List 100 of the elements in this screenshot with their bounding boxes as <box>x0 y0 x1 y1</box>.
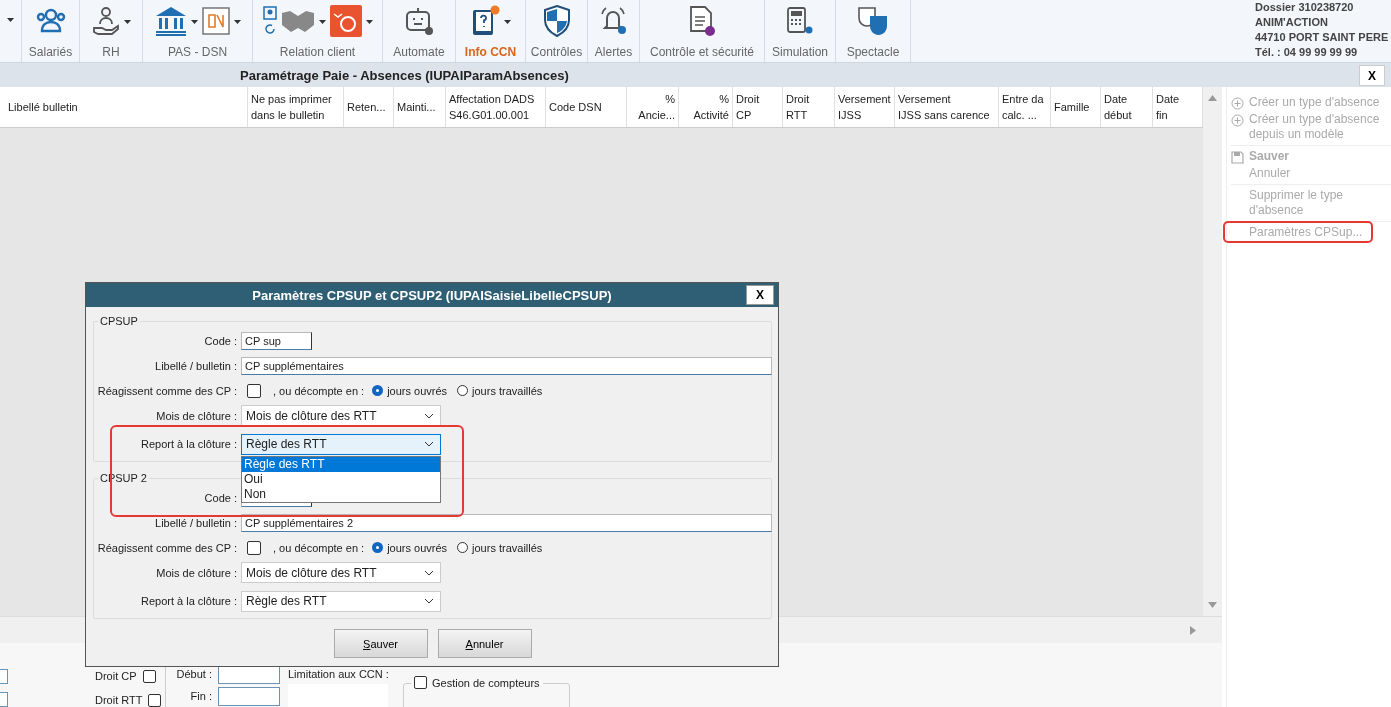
field-label: Droit RTT <box>95 694 143 706</box>
toolbar-label[interactable]: Salariés <box>28 45 73 59</box>
plus-circle-icon <box>1231 114 1244 127</box>
checkbox[interactable] <box>247 540 261 555</box>
toolbar-label[interactable]: Automate <box>393 45 445 59</box>
toolbar-label[interactable]: RH <box>102 45 120 59</box>
column-header[interactable]: Droit RTT <box>783 87 835 127</box>
label-field[interactable]: CP supplémentaires 2 <box>241 513 772 532</box>
people-icon[interactable] <box>35 7 66 35</box>
dossier-info: 44710 PORT SAINT PERE <box>1255 30 1387 45</box>
document-list-icon[interactable] <box>688 5 716 37</box>
plus-circle-icon <box>1231 97 1244 110</box>
input-field[interactable] <box>218 686 280 706</box>
code-field[interactable]: CP sup <box>241 331 312 350</box>
calculator-icon[interactable] <box>785 6 815 36</box>
chevron-icon <box>424 412 434 419</box>
field-label: Report à la clôture : <box>140 438 238 450</box>
radio-button[interactable] <box>457 542 469 553</box>
checkbox[interactable] <box>414 676 427 689</box>
radio-label[interactable]: jours travaillés <box>472 384 543 397</box>
toolbar-label[interactable]: Relation client <box>279 45 356 59</box>
column-header[interactable]: Affectation DADS S46.G01.00.001 <box>446 87 546 127</box>
field-label: Fin : <box>189 690 212 702</box>
checkbox[interactable] <box>247 383 261 398</box>
checkbox[interactable] <box>142 669 156 683</box>
checkbox[interactable] <box>148 693 162 707</box>
dialog-title: Paramètres CPSUP et CPSUP2 (IUPAISaisieLibelleCPSUP) <box>252 287 612 303</box>
dropdown-option[interactable]: Règle des RTT <box>242 456 440 472</box>
caret-icon[interactable] <box>318 20 326 24</box>
field-label: Droit CP <box>95 670 137 682</box>
robot-icon[interactable] <box>404 6 434 36</box>
bell-icon[interactable] <box>598 6 629 36</box>
column-header[interactable]: % Ancie... <box>627 87 679 127</box>
column-header[interactable]: Reten... <box>344 87 394 127</box>
bank-icon[interactable] <box>154 6 187 36</box>
column-header[interactable]: % Activité <box>679 87 733 127</box>
radio-label[interactable]: jours travaillés <box>472 541 543 554</box>
field-label: Mois de clôture : <box>155 409 238 422</box>
toolbar-label[interactable]: Spectacle <box>846 45 900 59</box>
input-field[interactable] <box>0 692 8 707</box>
column-header[interactable]: Code DSN <box>546 87 627 127</box>
radio-label[interactable]: jours ouvrés <box>387 541 448 554</box>
radio-label[interactable]: jours ouvrés <box>387 384 448 397</box>
field-label: Réagissent comme des CP : <box>96 384 238 397</box>
contact-card-icon[interactable] <box>262 6 277 20</box>
caret-icon[interactable] <box>123 20 131 24</box>
toolbar-label[interactable]: PAS - DSN <box>167 45 228 59</box>
dropdown[interactable]: Règle des RTT <box>241 590 441 612</box>
column-header[interactable]: Libellé bulletin <box>0 87 248 127</box>
dropdown-option[interactable]: Oui <box>242 471 440 487</box>
field-label: Libellé / bulletin : <box>154 359 238 372</box>
field-label: Limitation aux CCN : <box>288 668 390 680</box>
column-header[interactable]: Versement IJSS sans carence <box>895 87 999 127</box>
dropdown[interactable]: Mois de clôture des RTT <box>241 405 441 426</box>
caret-icon[interactable] <box>233 20 241 24</box>
toolbar-label[interactable]: Alertes <box>594 45 633 59</box>
column-header[interactable]: Ne pas imprimer dans le bulletin <box>248 87 344 127</box>
field-label: Réagissent comme des CP : <box>96 541 238 554</box>
window-title: Paramétrage Paie - Absences (IUPAIParamAbsences) <box>240 67 569 83</box>
toolbar-label[interactable]: Contrôle et sécurité <box>649 45 755 59</box>
hand-person-icon[interactable] <box>91 6 120 36</box>
caret-icon[interactable] <box>190 20 198 24</box>
column-header[interactable]: Versement IJSS <box>835 87 895 127</box>
dropdown-option[interactable]: Non <box>242 486 440 502</box>
toolbar-label[interactable]: Contrôles <box>530 45 583 59</box>
chevron-icon <box>424 569 434 576</box>
field-label: Code : <box>203 334 238 347</box>
field-label: Report à la clôture : <box>140 595 238 607</box>
field-label: Mois de clôture : <box>155 566 238 579</box>
field-label: , ou décompte en : <box>273 384 365 397</box>
caret-icon[interactable] <box>504 20 511 24</box>
column-header[interactable]: Entre da calc. ... <box>999 87 1051 127</box>
shield-icon[interactable] <box>542 5 571 37</box>
field-label: Libellé / bulletin : <box>154 516 238 529</box>
dropdown[interactable]: Règle des RTT <box>241 433 441 455</box>
label-field[interactable]: CP supplémentaires <box>241 356 772 375</box>
column-header[interactable]: Droit CP <box>733 87 783 127</box>
column-header[interactable]: Famille <box>1051 87 1101 127</box>
radio-button[interactable] <box>372 542 384 553</box>
field-label: , ou décompte en : <box>273 541 365 554</box>
dossier-info: ANIM'ACTION <box>1255 15 1329 30</box>
toolbar-label[interactable]: Simulation <box>772 45 828 59</box>
dialog-button[interactable]: Annuler <box>437 629 532 658</box>
field-label: Début : <box>175 668 212 680</box>
column-header[interactable]: Date début <box>1101 87 1153 127</box>
dropdown[interactable]: Mois de clôture des RTT <box>241 562 441 583</box>
dialog-button[interactable]: Sauver <box>333 629 428 658</box>
caret-icon[interactable] <box>365 20 373 24</box>
help-book-icon[interactable] <box>470 5 500 37</box>
group-title: CPSUP <box>98 315 140 327</box>
checkbox-label: Gestion de compteurs <box>432 676 540 689</box>
radio-button[interactable] <box>457 385 469 396</box>
close-button[interactable]: X <box>746 285 774 305</box>
close-button[interactable]: X <box>1359 65 1385 86</box>
refresh-icon[interactable] <box>262 22 277 36</box>
input-field[interactable] <box>0 669 8 684</box>
column-header[interactable]: Mainti... <box>394 87 446 127</box>
app-logo-icon[interactable] <box>329 5 362 37</box>
radio-button[interactable] <box>372 385 384 396</box>
caret-icon[interactable] <box>7 17 14 22</box>
